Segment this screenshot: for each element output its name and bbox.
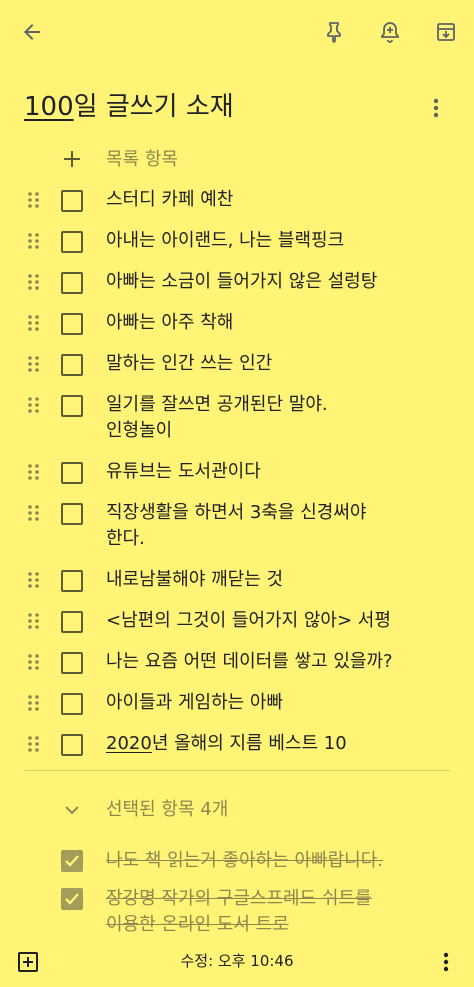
item-checkbox[interactable] xyxy=(61,611,83,633)
last-edited-time: 수정: 오후 10:46 xyxy=(180,952,294,970)
drag-handle-icon[interactable] xyxy=(27,463,41,481)
drag-handle-icon[interactable] xyxy=(27,396,41,414)
item-text[interactable]: <남편의 그것이 들어가지 않아> 서평 xyxy=(106,601,446,642)
item-text[interactable]: 유튜브는 도서관이다 xyxy=(106,452,446,493)
item-checkbox[interactable] xyxy=(61,462,83,484)
item-text[interactable]: 아내는 아이랜드, 나는 블랙핑크 xyxy=(106,221,446,262)
item-checkbox[interactable] xyxy=(61,395,83,417)
note-title[interactable]: 100일 글쓰기 소재 xyxy=(24,88,454,126)
checked-checkbox[interactable] xyxy=(61,888,83,910)
list-item: 아내는 아이랜드, 나는 블랙핑크 xyxy=(0,221,474,262)
more-options-button[interactable] xyxy=(422,94,450,122)
more-vert-icon xyxy=(433,98,439,118)
list-item: 말하는 인간 쓰는 인간 xyxy=(0,344,474,385)
item-text[interactable]: 아빠는 아주 착해 xyxy=(106,303,446,344)
list-item: 유튜브는 도서관이다 xyxy=(0,452,474,493)
checked-items-list: 나도 책 읽는거 좋아하는 아빠랍니다. 장강명 작가의 구글스프레드 쉬트를 … xyxy=(0,842,474,944)
drag-handle-icon[interactable] xyxy=(27,314,41,332)
item-checkbox[interactable] xyxy=(61,570,83,592)
item-checkbox[interactable] xyxy=(61,231,83,253)
checked-checkbox[interactable] xyxy=(61,850,83,872)
drag-handle-icon[interactable] xyxy=(27,273,41,291)
drag-handle-icon[interactable] xyxy=(27,694,41,712)
item-checkbox[interactable] xyxy=(61,652,83,674)
check-icon xyxy=(65,893,79,905)
note-title-number: 100 xyxy=(24,92,74,122)
archive-icon xyxy=(437,23,455,41)
drag-handle-icon[interactable] xyxy=(27,653,41,671)
item-text[interactable]: 2020년 올해의 지름 베스트 10 xyxy=(106,724,446,765)
more-vert-icon xyxy=(443,952,449,972)
item-checkbox[interactable] xyxy=(61,190,83,212)
item-text[interactable]: 직장생활을 하면서 3축을 신경써야 한다. xyxy=(106,493,446,560)
item-text[interactable]: 나는 요즘 어떤 데이터를 쌓고 있을까? xyxy=(106,642,446,683)
list-item: 내로남불해야 깨닫는 것 xyxy=(0,560,474,601)
unchecked-items-list: 스터디 카페 예찬 아내는 아이랜드, 나는 블랙핑크 아빠는 소금이 들어가지… xyxy=(0,180,474,765)
archive-button[interactable] xyxy=(426,12,466,52)
item-text[interactable]: 내로남불해야 깨닫는 것 xyxy=(106,560,446,601)
item-text[interactable]: 스터디 카페 예찬 xyxy=(106,180,446,221)
item-checkbox[interactable] xyxy=(61,693,83,715)
bell-plus-icon xyxy=(381,22,399,43)
list-item: 아빠는 아주 착해 xyxy=(0,303,474,344)
plus-icon xyxy=(58,145,86,173)
drag-handle-icon[interactable] xyxy=(27,232,41,250)
list-item: 2020년 올해의 지름 베스트 10 xyxy=(0,724,474,765)
item-checkbox[interactable] xyxy=(61,734,83,756)
bottom-bar: 수정: 오후 10:46 xyxy=(0,934,474,987)
item-text-rest: 년 올해의 지름 베스트 10 xyxy=(151,733,347,754)
top-app-bar xyxy=(0,0,474,60)
item-text[interactable]: 말하는 인간 쓰는 인간 xyxy=(106,344,446,385)
drag-handle-icon[interactable] xyxy=(27,612,41,630)
list-item: 스터디 카페 예찬 xyxy=(0,180,474,221)
divider xyxy=(24,770,450,771)
drag-handle-icon[interactable] xyxy=(27,191,41,209)
back-button[interactable] xyxy=(12,12,52,52)
pin-button[interactable] xyxy=(314,12,354,52)
drag-handle-icon[interactable] xyxy=(27,571,41,589)
item-checkbox[interactable] xyxy=(61,313,83,335)
item-text-number: 2020 xyxy=(106,733,152,754)
list-item: 아이들과 게임하는 아빠 xyxy=(0,683,474,724)
add-list-item-label: 목록 항목 xyxy=(106,149,178,170)
drag-handle-icon[interactable] xyxy=(27,504,41,522)
note-menu-button[interactable] xyxy=(430,946,462,978)
checked-list-item: 나도 책 읽는거 좋아하는 아빠랍니다. xyxy=(0,842,474,880)
checked-items-count: 선택된 항목 4개 xyxy=(106,799,229,820)
checked-items-header[interactable]: 선택된 항목 4개 xyxy=(0,792,474,828)
list-item: 나는 요즘 어떤 데이터를 쌓고 있을까? xyxy=(0,642,474,683)
note-title-text: 일 글쓰기 소재 xyxy=(73,92,234,122)
list-item: 일기를 잘쓰면 공개된단 말야. 인형놀이 xyxy=(0,385,474,452)
arrow-left-icon xyxy=(24,24,40,40)
drag-handle-icon[interactable] xyxy=(27,735,41,753)
chevron-down-icon xyxy=(58,796,86,824)
check-icon xyxy=(65,855,79,867)
pin-icon xyxy=(327,22,341,43)
item-text[interactable]: 일기를 잘쓰면 공개된단 말야. 인형놀이 xyxy=(106,385,446,452)
item-checkbox[interactable] xyxy=(61,354,83,376)
add-list-item-row[interactable]: 목록 항목 xyxy=(0,142,474,178)
item-checkbox[interactable] xyxy=(61,503,83,525)
checked-item-text[interactable]: 나도 책 읽는거 좋아하는 아빠랍니다. xyxy=(106,842,446,880)
drag-handle-icon[interactable] xyxy=(27,355,41,373)
list-item: 직장생활을 하면서 3축을 신경써야 한다. xyxy=(0,493,474,560)
item-text[interactable]: 아빠는 소금이 들어가지 않은 설렁탕 xyxy=(106,262,446,303)
item-checkbox[interactable] xyxy=(61,272,83,294)
reminder-button[interactable] xyxy=(370,12,410,52)
list-item: <남편의 그것이 들어가지 않아> 서평 xyxy=(0,601,474,642)
list-item: 아빠는 소금이 들어가지 않은 설렁탕 xyxy=(0,262,474,303)
item-text[interactable]: 아이들과 게임하는 아빠 xyxy=(106,683,446,724)
note-title-row: 100일 글쓰기 소재 xyxy=(24,88,454,128)
